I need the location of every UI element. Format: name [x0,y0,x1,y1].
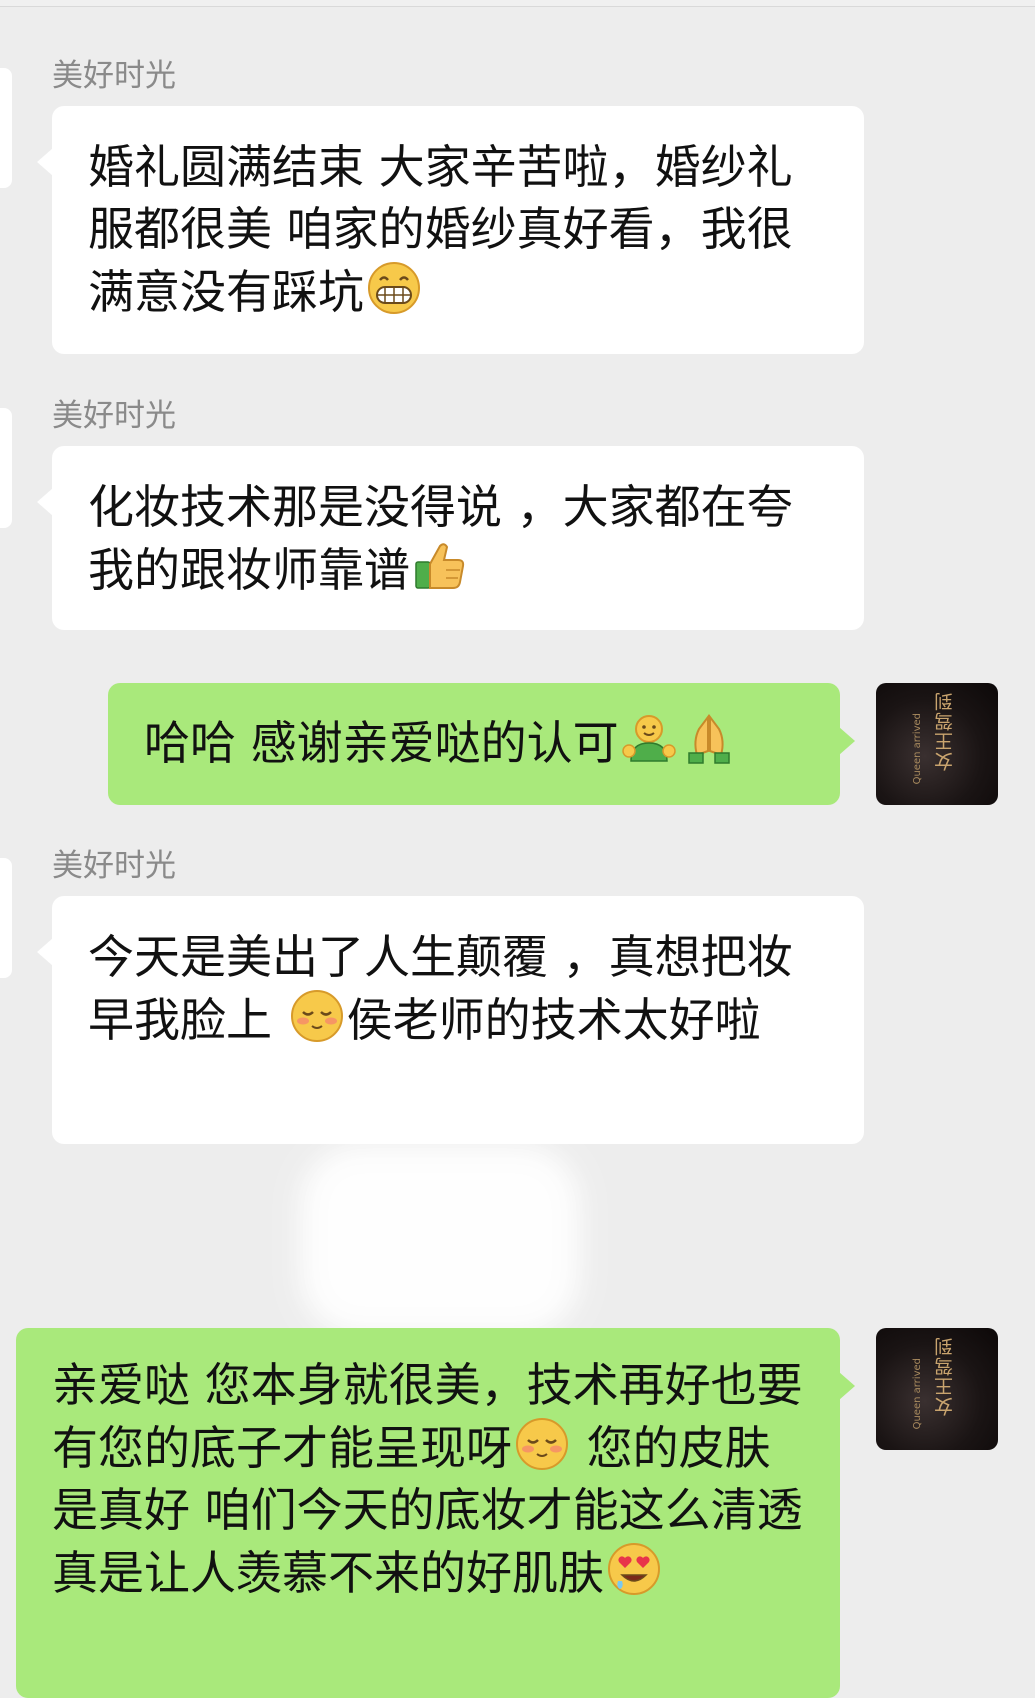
grin-emoji-icon [366,260,422,316]
bubble-tail [839,727,855,755]
bubble-tail [37,148,53,176]
avatar-logo-subtext: Queen arrived [912,1358,923,1430]
hug-emoji-icon [621,711,677,767]
message-bubble-outgoing[interactable]: 亲爱哒 您本身就很美，技术再好也要有您的底子才能呈现呀 您的皮肤是真好 咱们今天… [16,1328,855,1698]
sender-avatar-edge[interactable] [0,68,12,188]
message-text: 哈哈 感谢亲爱哒的认可 [144,716,619,770]
message-bubble-incoming[interactable]: 今天是美出了人生颠覆 ，真想把妆早我脸上 侯老师的技术太好啦 [37,896,864,1144]
bubble-tail [37,938,53,966]
message-bubble-outgoing[interactable]: 哈哈 感谢亲爱哒的认可 [108,683,855,805]
my-avatar[interactable]: 女王驾到 Queen arrived [876,1328,998,1450]
sender-name: 美好时光 [52,848,176,884]
blurred-region [300,1145,580,1335]
message-bubble-incoming[interactable]: 婚礼圆满结束 大家辛苦啦，婚纱礼服都很美 咱家的婚纱真好看，我很满意没有踩坑 [37,106,864,354]
sender-avatar-edge[interactable] [0,408,12,528]
status-bar [0,0,1035,7]
avatar-logo-text: 女王驾到 [934,691,956,771]
sender-name: 美好时光 [52,58,176,94]
bubble-tail [37,488,53,516]
message-bubble-incoming[interactable]: 化妆技术那是没得说 ，大家都在夸我的跟妆师靠谱 [37,446,864,630]
sender-avatar-edge[interactable] [0,858,12,978]
avatar-logo-subtext: Queen arrived [912,713,923,785]
thumbs-up-emoji-icon [412,538,468,594]
my-avatar[interactable]: 女王驾到 Queen arrived [876,683,998,805]
bubble-tail [839,1372,855,1400]
message-text: 婚礼圆满结束 大家辛苦啦，婚纱礼服都很美 咱家的婚纱真好看，我很满意没有踩坑 [88,140,793,319]
avatar-logo-text: 女王驾到 [934,1336,956,1416]
heart-eyes-emoji-icon [606,1541,662,1597]
shy-emoji-icon [514,1416,570,1472]
pray-emoji-icon [681,711,737,767]
sender-name: 美好时光 [52,398,176,434]
shy-emoji-icon [289,988,345,1044]
message-text: 侯老师的技术太好啦 [346,993,761,1047]
